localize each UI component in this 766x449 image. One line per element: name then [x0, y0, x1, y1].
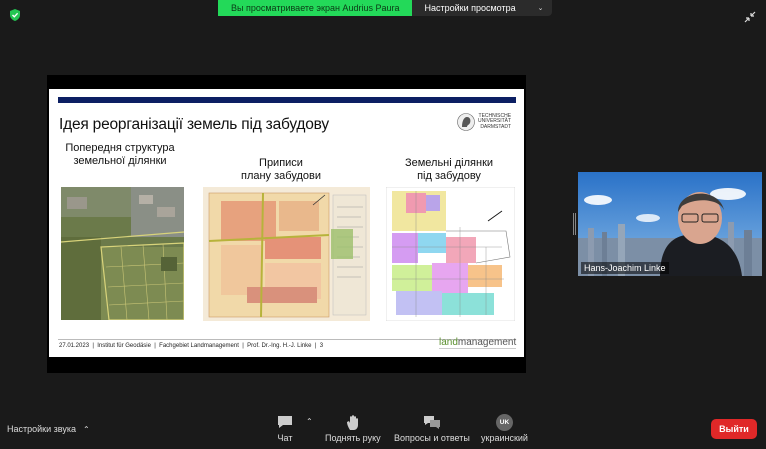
security-shield-icon[interactable]: [8, 8, 22, 22]
language-interpretation-button[interactable]: UK украинский: [481, 414, 528, 443]
raise-hand-button[interactable]: Поднять руку: [325, 414, 381, 443]
audio-settings-button[interactable]: Настройки звука ⌃: [7, 424, 90, 434]
chevron-down-icon: ⌄: [537, 5, 544, 12]
slide-title: Ідея реорганізації земель під забудову: [59, 116, 329, 133]
athena-seal-icon: [457, 113, 475, 131]
view-settings-label: Настройки просмотра: [424, 3, 516, 13]
caption-line: Попередня структура: [65, 142, 175, 154]
view-settings-button[interactable]: Настройки просмотра ⌄: [412, 0, 552, 16]
slide-footer: 27.01.2023 | Institut für Geodäsie | Fac…: [59, 343, 324, 349]
meeting-window: Вы просматриваете экран Audrius Paura На…: [0, 0, 766, 449]
qa-label: Вопросы и ответы: [394, 433, 470, 443]
chat-options-chevron-up-icon[interactable]: ⌃: [306, 417, 313, 426]
caption-line: Земельні ділянки: [404, 157, 494, 169]
landmanagement-logo: landmanagement: [439, 337, 517, 349]
raise-hand-icon: [346, 415, 358, 430]
caption-line: плану забудови: [240, 170, 321, 182]
language-badge: UK: [495, 414, 513, 431]
qa-icon: [423, 416, 440, 429]
lm-logo-land: land: [439, 337, 458, 348]
aerial-photo-image: [61, 187, 184, 320]
column-caption-previous-structure: Попередня структура земельної ділянки: [59, 142, 181, 168]
chat-button[interactable]: Чат: [276, 414, 294, 443]
chevron-up-icon: ⌃: [82, 424, 90, 434]
screen-share-banner: Вы просматриваете экран Audrius Paura На…: [218, 0, 552, 16]
shared-screen: Ідея реорганізації земель під забудову T…: [47, 75, 526, 373]
participant-name-label: Hans-Joachim Linke: [581, 262, 669, 274]
qa-button[interactable]: Вопросы и ответы: [394, 414, 470, 443]
tu-logo-line: DARMSTADT: [480, 123, 512, 130]
exit-fullscreen-icon[interactable]: [743, 10, 757, 24]
caption-line: під забудову: [417, 170, 481, 182]
slide-header-rule: [58, 97, 516, 103]
column-caption-building-plots: Земельні ділянки під забудову: [394, 157, 504, 183]
raise-hand-label: Поднять руку: [325, 433, 381, 443]
column-caption-zoning-rules: Приписи плану забудови: [221, 157, 341, 183]
caption-line: Приписи: [259, 157, 303, 169]
audio-settings-label: Настройки звука: [7, 424, 76, 434]
tu-darmstadt-logo: TECHNISCHE UNIVERSITÄT DARMSTADT: [457, 112, 511, 132]
presentation-slide: Ідея реорганізації земель під забудову T…: [49, 89, 524, 357]
panel-resize-handle[interactable]: [573, 213, 576, 235]
zoning-plan-image: [203, 187, 370, 321]
lm-logo-rest: management: [457, 337, 517, 348]
leave-button[interactable]: Выйти: [711, 419, 757, 439]
chat-label: Чат: [277, 433, 293, 443]
caption-line: земельної ділянки: [73, 155, 167, 167]
share-notice: Вы просматриваете экран Audrius Paura: [218, 0, 413, 16]
land-plots-map-image: [386, 187, 515, 321]
tu-logo-text: TECHNISCHE UNIVERSITÄT DARMSTADT: [478, 113, 512, 131]
chat-icon: [278, 416, 292, 428]
participant-video[interactable]: Hans-Joachim Linke: [578, 172, 762, 276]
language-label: украинский: [481, 433, 528, 443]
